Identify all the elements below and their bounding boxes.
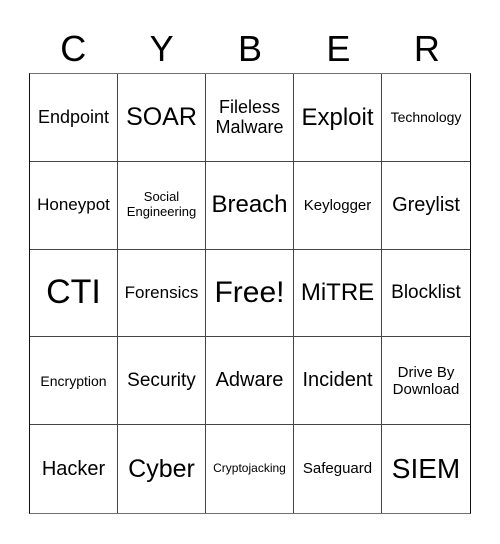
- bingo-cell[interactable]: Encryption: [30, 337, 118, 426]
- header-letter-e: E: [326, 28, 351, 69]
- bingo-cell[interactable]: MiTRE: [294, 249, 382, 338]
- bingo-cell[interactable]: Safeguard: [294, 425, 382, 513]
- bingo-cell[interactable]: Blocklist: [382, 250, 470, 338]
- bingo-cell[interactable]: Exploit: [294, 74, 382, 162]
- bingo-cell[interactable]: Technology: [382, 74, 470, 162]
- bingo-cell[interactable]: Breach: [206, 161, 294, 250]
- bingo-cell[interactable]: Hacker: [30, 425, 118, 513]
- bingo-cell[interactable]: Honeypot: [30, 161, 118, 250]
- bingo-cell[interactable]: CTI: [30, 249, 118, 338]
- bingo-cell[interactable]: Cyber: [118, 425, 206, 513]
- bingo-cell[interactable]: Greylist: [382, 162, 470, 250]
- bingo-cell[interactable]: Drive By Download: [382, 337, 470, 426]
- bingo-cell[interactable]: Cryptojacking: [206, 425, 294, 513]
- bingo-header: C Y B E R: [29, 26, 471, 72]
- bingo-cell[interactable]: Incident: [294, 337, 382, 426]
- bingo-cell[interactable]: Adware: [206, 337, 294, 426]
- header-letter-y: Y: [149, 28, 174, 69]
- bingo-cell[interactable]: Forensics: [118, 249, 206, 338]
- header-letter-r: R: [413, 28, 440, 69]
- bingo-cell[interactable]: Fileless Malware: [206, 74, 294, 162]
- bingo-board: Endpoint SOAR Fileless Malware Exploit T…: [29, 73, 471, 514]
- free-space-cell[interactable]: Free!: [206, 249, 294, 338]
- header-letter-b: B: [238, 28, 263, 69]
- bingo-cell[interactable]: Endpoint: [30, 74, 118, 162]
- bingo-cell[interactable]: Keylogger: [294, 161, 382, 250]
- bingo-cell[interactable]: SIEM: [382, 425, 470, 513]
- bingo-cell[interactable]: Social Engineering: [118, 161, 206, 250]
- header-letter-c: C: [60, 28, 87, 69]
- bingo-cell[interactable]: SOAR: [118, 74, 206, 162]
- bingo-cell[interactable]: Security: [118, 337, 206, 426]
